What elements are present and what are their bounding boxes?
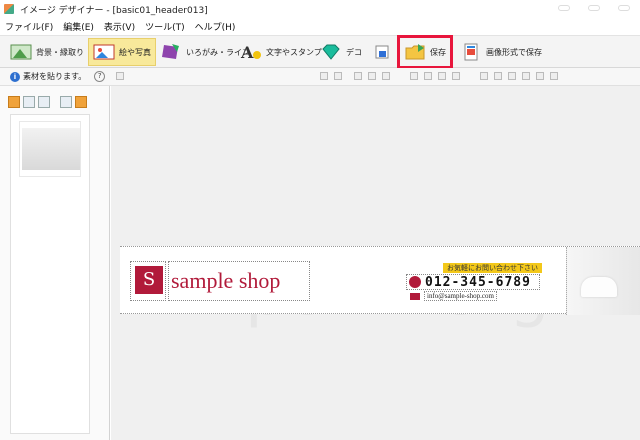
- grid-icon[interactable]: [480, 72, 488, 80]
- fit-icon[interactable]: [522, 72, 530, 80]
- info-icon: i: [10, 71, 20, 82]
- prev-icon[interactable]: [60, 96, 72, 108]
- deco-button[interactable]: デコ: [316, 38, 366, 66]
- room-photo-thumbnail: [22, 128, 80, 170]
- paper-icon: [160, 43, 182, 61]
- minimize-button[interactable]: [548, 0, 578, 16]
- menu-file[interactable]: ファイル(F): [0, 20, 58, 33]
- save-material-icon[interactable]: [38, 96, 50, 108]
- text-stamp-label: 文字やスタンプ: [266, 47, 322, 57]
- save-as-image-button[interactable]: 画像形式で保存: [456, 38, 546, 66]
- cut-icon[interactable]: [354, 72, 362, 80]
- material-panel: [0, 86, 110, 440]
- align-icon[interactable]: [410, 72, 418, 80]
- landscape-icon: [10, 43, 32, 61]
- material-list[interactable]: [10, 114, 90, 434]
- picture-icon: [93, 43, 115, 61]
- settings-icon[interactable]: [550, 72, 558, 80]
- material-thumbnail[interactable]: [19, 121, 81, 177]
- close-button[interactable]: [608, 0, 638, 16]
- delete-icon[interactable]: [23, 96, 35, 108]
- window-title: イメージ デザイナー - [basic01_header013]: [20, 5, 208, 16]
- sidebar-hint: i 素材を貼ります。 ?: [10, 71, 106, 82]
- help-icon[interactable]: ?: [94, 71, 106, 82]
- text-stamp-button[interactable]: A 文字やスタンプ: [236, 38, 326, 66]
- gem-icon: [320, 43, 342, 61]
- email-address: info@sample-shop.com: [424, 291, 497, 301]
- copy-icon[interactable]: [368, 72, 376, 80]
- shop-name: sample shop: [171, 268, 281, 293]
- background-border-label: 背景・縁取り: [36, 47, 84, 57]
- title-bar: イメージ デザイナー - [basic01_header013]: [0, 0, 640, 18]
- maximize-button[interactable]: [578, 0, 608, 16]
- header-banner[interactable]: S sample shop お気軽にお問い合わせ下さい 012-345-6789…: [120, 246, 640, 315]
- arrange-icon[interactable]: [424, 72, 432, 80]
- menu-tools[interactable]: ツール(T): [140, 20, 190, 33]
- hint-text: 素材を貼ります。: [23, 72, 87, 81]
- svg-text:A: A: [240, 43, 254, 61]
- menu-help[interactable]: ヘルプ(H): [190, 20, 241, 33]
- phone-icon: [409, 276, 421, 288]
- redo-icon[interactable]: [334, 72, 342, 80]
- save-label: 保存: [430, 47, 446, 57]
- phone-number: 012-345-6789: [425, 274, 531, 290]
- room-photo[interactable]: [566, 247, 640, 315]
- panel-toggle-icon[interactable]: [116, 72, 124, 80]
- background-border-button[interactable]: 背景・縁取り: [6, 38, 88, 66]
- view-icon[interactable]: [536, 72, 544, 80]
- frame-icon: [372, 43, 394, 61]
- logo-mark: S: [135, 266, 163, 294]
- group-icon[interactable]: [438, 72, 446, 80]
- toolbar: 背景・縁取り 絵や写真 いろがみ・ライン A 文字やスタンプ デコ 保存 画像形…: [0, 35, 640, 69]
- open-folder-icon[interactable]: [8, 96, 20, 108]
- undo-icon[interactable]: [320, 72, 328, 80]
- layer-icon[interactable]: [452, 72, 460, 80]
- picture-photo-label: 絵や写真: [119, 47, 151, 57]
- menu-view[interactable]: 表示(V): [99, 20, 140, 33]
- frame-button[interactable]: [368, 38, 402, 66]
- mail-icon: [410, 292, 420, 300]
- folder-save-icon: [404, 43, 426, 61]
- export-icon: [460, 43, 482, 61]
- menu-edit[interactable]: 編集(E): [58, 20, 99, 33]
- chair-image: [581, 277, 617, 297]
- app-icon: [4, 4, 14, 14]
- zoom-out-icon[interactable]: [508, 72, 516, 80]
- logo-frame[interactable]: S: [130, 261, 166, 301]
- paste-icon[interactable]: [382, 72, 390, 80]
- contact-label: お気軽にお問い合わせ下さい: [443, 263, 542, 273]
- deco-label: デコ: [346, 47, 362, 57]
- save-as-image-label: 画像形式で保存: [486, 47, 542, 57]
- text-icon: A: [240, 43, 262, 62]
- phone-frame[interactable]: 012-345-6789: [406, 274, 540, 290]
- material-toolbar: [8, 96, 90, 108]
- save-button[interactable]: 保存: [397, 35, 453, 69]
- picture-photo-button[interactable]: 絵や写真: [88, 38, 156, 66]
- secondary-toolbar: i 素材を貼ります。 ?: [0, 68, 640, 86]
- next-arrow-icon[interactable]: [75, 96, 87, 108]
- email-row[interactable]: info@sample-shop.com: [406, 291, 540, 301]
- menu-bar: ファイル(F) 編集(E) 表示(V) ツール(T) ヘルプ(H): [0, 18, 640, 36]
- shop-name-frame[interactable]: sample shop: [168, 261, 310, 301]
- zoom-in-icon[interactable]: [494, 72, 502, 80]
